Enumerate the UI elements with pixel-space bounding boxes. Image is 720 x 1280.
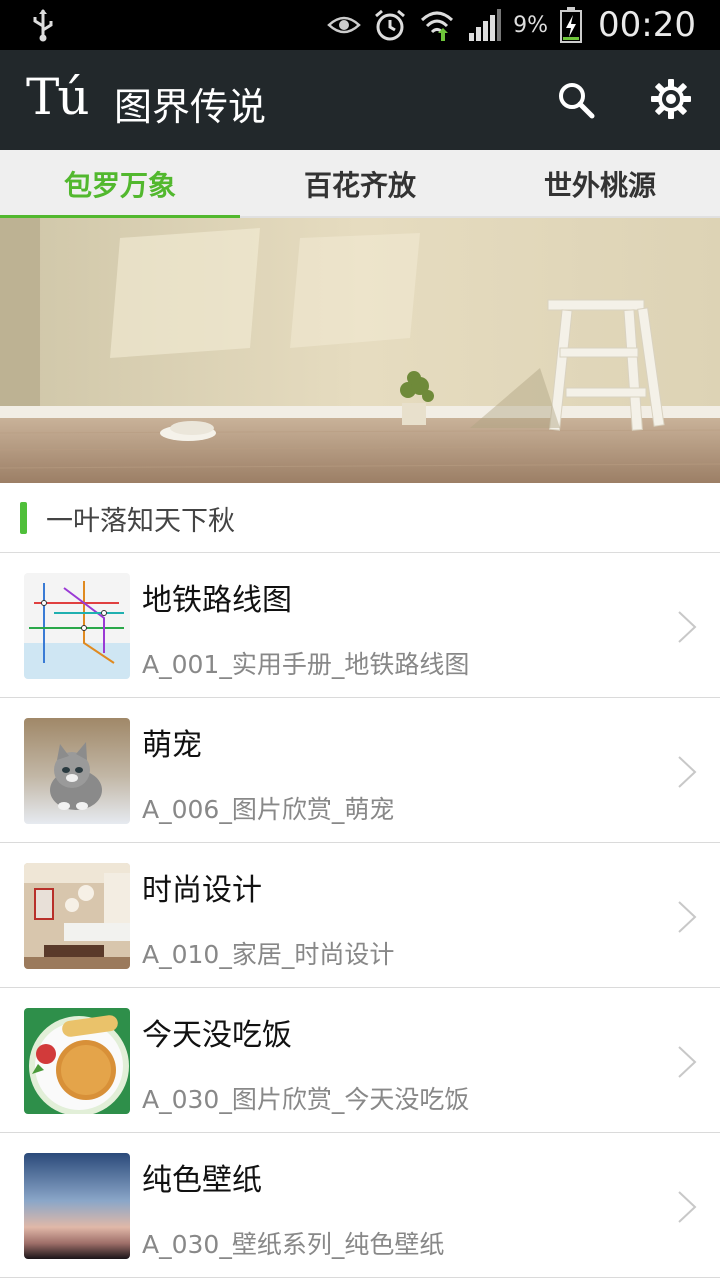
item-title: 萌宠 (142, 728, 202, 763)
eye-icon (327, 16, 361, 34)
action-bar: Tú 图界传说 (0, 50, 720, 150)
category-list: 地铁路线图 A_001_实用手册_地铁路线图 萌宠 A_006_图片欣赏_萌宠 (0, 553, 720, 1278)
chevron-right-icon (678, 756, 697, 788)
app-logo: Tú (26, 68, 90, 126)
chevron-right-icon (678, 1191, 697, 1223)
item-title: 今天没吃饭 (142, 1018, 292, 1053)
signal-icon (469, 9, 502, 41)
food-thumbnail (24, 1008, 130, 1114)
usb-icon (33, 9, 53, 42)
battery-percent: 9% (513, 12, 549, 38)
list-item[interactable]: 时尚设计 A_010_家居_时尚设计 (0, 843, 720, 988)
item-subtitle: A_010_家居_时尚设计 (142, 940, 395, 969)
item-subtitle: A_030_图片欣赏_今天没吃饭 (142, 1085, 470, 1114)
battery-charging-icon (560, 7, 583, 43)
banner-illustration (0, 218, 720, 483)
banner-image[interactable] (0, 218, 720, 483)
item-title: 地铁路线图 (142, 583, 292, 618)
app-title: 图界传说 (114, 85, 267, 129)
item-title: 纯色壁纸 (142, 1163, 262, 1198)
list-item[interactable]: 纯色壁纸 A_030_壁纸系列_纯色壁纸 (0, 1133, 720, 1278)
tab-all[interactable]: 包罗万象 (0, 150, 240, 220)
kitten-thumbnail (24, 718, 130, 824)
wifi-icon (421, 11, 454, 41)
section-accent-bar (20, 502, 27, 534)
status-bar: 9% 00:20 (0, 0, 720, 50)
section-title: 一叶落知天下秋 (46, 506, 235, 537)
item-subtitle: A_006_图片欣赏_萌宠 (142, 795, 395, 824)
section-header: 一叶落知天下秋 (0, 483, 720, 553)
list-item[interactable]: 今天没吃饭 A_030_图片欣赏_今天没吃饭 (0, 988, 720, 1133)
list-item[interactable]: 地铁路线图 A_001_实用手册_地铁路线图 (0, 553, 720, 698)
tab-flowers[interactable]: 百花齐放 (240, 150, 480, 218)
settings-icon[interactable] (650, 78, 692, 120)
subway-map-thumbnail (24, 573, 130, 679)
chevron-right-icon (678, 611, 697, 643)
living-room-thumbnail (24, 863, 130, 969)
gradient-wallpaper-thumbnail (24, 1153, 130, 1259)
item-subtitle: A_030_壁纸系列_纯色壁纸 (142, 1230, 445, 1259)
chevron-right-icon (678, 1046, 697, 1078)
alarm-icon (375, 9, 406, 41)
item-title: 时尚设计 (142, 873, 262, 908)
status-time: 00:20 (598, 5, 696, 45)
search-icon[interactable] (556, 80, 596, 120)
tab-bar: 包罗万象 百花齐放 世外桃源 (0, 150, 720, 220)
item-subtitle: A_001_实用手册_地铁路线图 (142, 650, 470, 679)
list-item[interactable]: 萌宠 A_006_图片欣赏_萌宠 (0, 698, 720, 843)
tab-paradise[interactable]: 世外桃源 (480, 150, 720, 218)
chevron-right-icon (678, 901, 697, 933)
